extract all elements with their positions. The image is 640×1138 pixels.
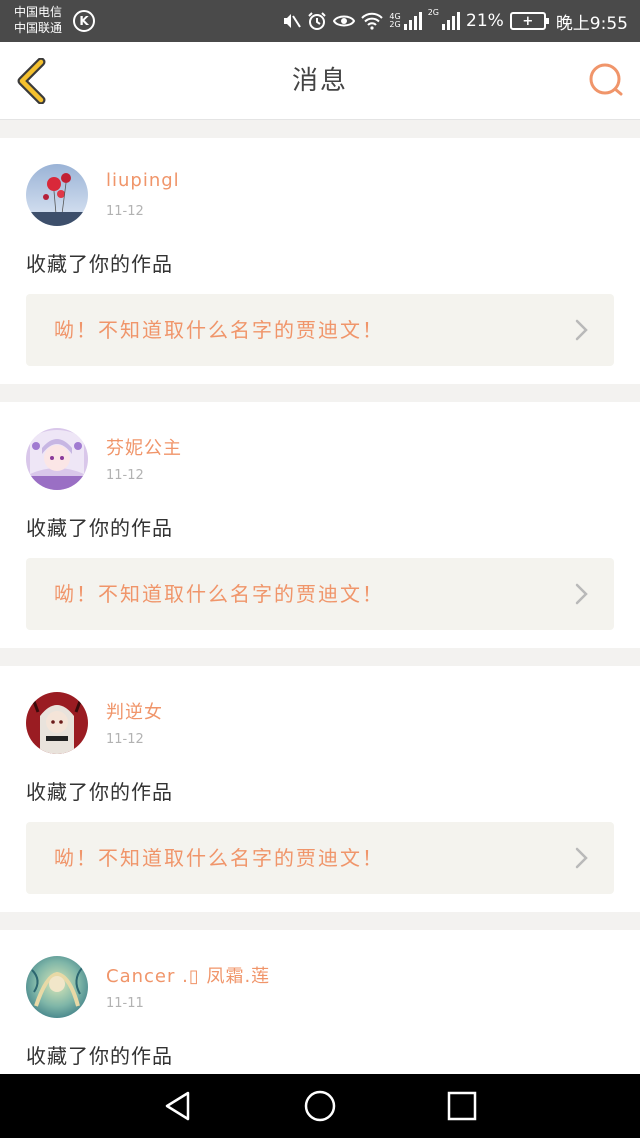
avatar[interactable] — [26, 164, 88, 226]
k-badge-icon: K — [73, 10, 95, 32]
avatar[interactable] — [26, 956, 88, 1018]
chevron-right-icon — [575, 583, 588, 605]
battery-percent: 21% — [466, 11, 504, 31]
network-type-2: 2G — [427, 8, 440, 17]
message-date: 11-12 — [106, 204, 144, 219]
message-action: 收藏了你的作品 — [26, 780, 173, 804]
nav-home-icon[interactable] — [302, 1088, 338, 1124]
network-type-1: 4G 2G — [389, 12, 401, 29]
message-card: liupingl 11-12 收藏了你的作品 呦！不知道取什么名字的贾迪文！ — [0, 138, 640, 384]
carrier-info: 中国电信 中国联通 — [14, 4, 62, 36]
work-link[interactable]: 呦！不知道取什么名字的贾迪文！ — [26, 558, 614, 630]
message-list[interactable]: liupingl 11-12 收藏了你的作品 呦！不知道取什么名字的贾迪文！ 芬… — [0, 120, 640, 1074]
work-title: 呦！不知道取什么名字的贾迪文！ — [54, 846, 384, 870]
mute-icon — [281, 11, 302, 31]
carrier-2: 中国联通 — [14, 21, 63, 35]
message-date: 11-11 — [106, 996, 144, 1011]
battery-icon: + — [509, 12, 549, 30]
chevron-right-icon — [575, 319, 588, 341]
avatar[interactable] — [26, 692, 88, 754]
wifi-icon — [361, 11, 384, 31]
search-icon[interactable] — [588, 62, 624, 98]
nav-back-icon[interactable] — [160, 1088, 196, 1124]
message-action: 收藏了你的作品 — [26, 516, 173, 540]
eye-icon — [333, 11, 356, 31]
message-card: 判逆女 11-12 收藏了你的作品 呦！不知道取什么名字的贾迪文！ — [0, 666, 640, 912]
avatar[interactable] — [26, 428, 88, 490]
username[interactable]: Cancer .▯ 凤霜.莲 — [106, 962, 270, 988]
work-title: 呦！不知道取什么名字的贾迪文！ — [54, 582, 384, 606]
message-date: 11-12 — [106, 732, 144, 747]
username[interactable]: 芬妮公主 — [106, 434, 182, 460]
carrier-1: 中国电信 — [14, 5, 63, 19]
username[interactable]: liupingl — [106, 170, 180, 191]
alarm-icon — [307, 11, 327, 31]
work-link[interactable]: 呦！不知道取什么名字的贾迪文！ — [26, 294, 614, 366]
status-bar: 中国电信 中国联通 K 4G 2G 2G 21% + 晚上9:55 — [0, 0, 640, 42]
nav-recents-icon[interactable] — [444, 1088, 480, 1124]
message-date: 11-12 — [106, 468, 144, 483]
page-title: 消息 — [291, 66, 348, 96]
work-link[interactable]: 呦！不知道取什么名字的贾迪文！ — [26, 822, 614, 894]
signal-icon-2 — [442, 12, 461, 30]
system-nav-bar — [0, 1074, 640, 1138]
work-title: 呦！不知道取什么名字的贾迪文！ — [54, 318, 384, 342]
username[interactable]: 判逆女 — [106, 698, 163, 724]
message-action: 收藏了你的作品 — [26, 252, 173, 276]
message-card: Cancer .▯ 凤霜.莲 11-11 收藏了你的作品 — [0, 930, 640, 1074]
status-time: 晚上9:55 — [555, 13, 628, 34]
signal-icon — [403, 12, 422, 30]
message-card: 芬妮公主 11-12 收藏了你的作品 呦！不知道取什么名字的贾迪文！ — [0, 402, 640, 648]
status-icons: 4G 2G 2G 21% + 晚上9:55 — [281, 0, 628, 42]
header: 消息 — [0, 42, 640, 120]
message-action: 收藏了你的作品 — [26, 1044, 173, 1068]
chevron-right-icon — [575, 847, 588, 869]
